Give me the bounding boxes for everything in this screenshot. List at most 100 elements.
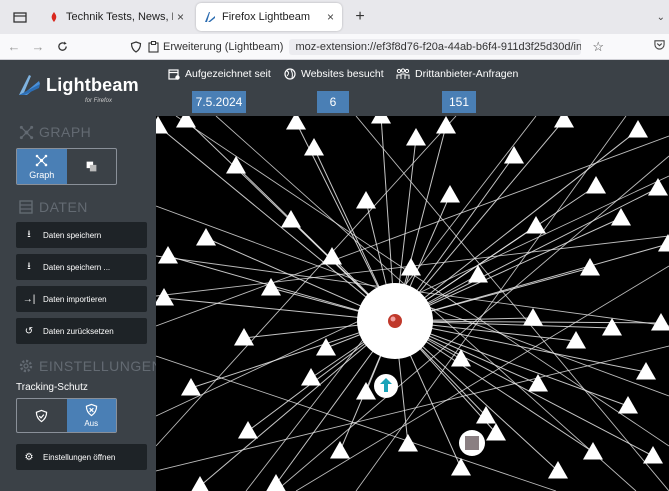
tab-title: Technik Tests, News, Dea [66,11,173,23]
tab-bar: Technik Tests, News, Dea × Firefox Light… [0,0,669,34]
third-party-node[interactable] [451,458,471,476]
third-party-node[interactable] [238,421,258,439]
third-party-node[interactable] [504,146,524,164]
third-party-node[interactable] [301,368,321,386]
reset-data-button[interactable]: ↺ Daten zurücksetzen [16,318,147,344]
shield-check-icon [36,409,48,422]
close-tab-icon[interactable]: × [327,10,334,24]
third-party-requests-value: 151 [442,91,476,113]
site-favicon-highlight [390,316,396,322]
tab-overview-icon[interactable] [0,0,40,34]
reload-icon[interactable] [52,37,72,57]
tracking-off-label: Aus [84,419,99,428]
sidebar: Lightbeam for Firefox GRAPH Graph DATEN [0,60,162,491]
calendar-icon [168,68,180,80]
third-party-node[interactable] [266,474,286,491]
tab-list-chevron-icon[interactable]: ⌄ [657,12,665,23]
graph-edge [295,265,669,491]
tracker-graph[interactable] [156,116,669,491]
third-party-node[interactable] [643,446,663,464]
nav-bar: ← → Erweiterung (Lightbeam) moz-extensio… [0,34,669,60]
third-party-node[interactable] [304,138,324,156]
third-party-node[interactable] [548,461,568,479]
third-party-node[interactable] [468,265,488,283]
section-settings-heading: EINSTELLUNGEN [18,358,162,374]
save-data-label: Daten speichern [43,230,102,240]
graph-canvas[interactable] [156,116,669,491]
third-party-node[interactable] [406,128,426,146]
tab-title: Firefox Lightbeam [222,11,311,23]
third-party-node[interactable] [526,216,546,234]
site-favicon-icon [48,11,60,23]
third-party-node[interactable] [356,191,376,209]
third-party-node[interactable] [156,288,174,306]
third-party-requests-label: Drittanbieter-Anfragen [415,68,519,80]
section-graph-heading: GRAPH [18,124,91,140]
third-party-node[interactable] [190,476,210,491]
open-settings-button[interactable]: ⚙ Einstellungen öffnen [16,444,147,470]
third-party-node[interactable] [226,156,246,174]
third-party-node[interactable] [583,442,603,460]
reset-icon: ↺ [24,325,34,337]
third-party-node[interactable] [586,176,606,194]
third-party-node[interactable] [371,116,391,124]
third-party-node[interactable] [523,308,543,326]
third-party-node[interactable] [651,313,669,331]
recorded-since-value: 7.5.2024 [192,91,246,113]
lightbeam-app: Lightbeam for Firefox GRAPH Graph DATEN [0,60,669,491]
third-party-node[interactable] [440,185,460,203]
people-icon [396,68,410,80]
third-party-node[interactable] [286,116,306,130]
third-party-node[interactable] [628,120,648,138]
close-tab-icon[interactable]: × [177,10,184,24]
tracking-protection-icon[interactable] [130,41,142,53]
third-party-node[interactable] [181,378,201,396]
data-section-icon [18,199,34,215]
url-bar[interactable]: Erweiterung (Lightbeam) moz-extension://… [130,37,610,57]
save-data-button[interactable]: ⭳ Daten speichern [16,222,147,248]
import-data-button[interactable]: →| Daten importieren [16,286,147,312]
third-party-node[interactable] [648,178,668,196]
back-icon[interactable]: ← [4,37,24,57]
tracking-on-button[interactable] [17,399,67,432]
list-icon [86,161,97,172]
globe-icon [284,68,296,80]
third-party-node[interactable] [316,338,336,356]
tracking-off-button[interactable]: Aus [66,399,116,432]
third-party-node[interactable] [554,116,574,128]
third-party-node[interactable] [156,116,168,134]
section-data-label: DATEN [39,199,88,215]
graph-view-label: Graph [29,169,55,180]
extension-icon[interactable] [148,41,159,53]
third-party-node[interactable] [580,258,600,276]
download-settings-icon: ⭳ [27,260,31,272]
tracking-protection-toggle: Aus [16,398,117,433]
pocket-icon[interactable] [654,39,665,53]
tab-lightbeam[interactable]: Firefox Lightbeam × [196,3,342,31]
third-party-node[interactable] [436,116,456,134]
save-data-as-button[interactable]: ⭳ Daten speichern ... [16,254,147,280]
lightbeam-favicon-icon [204,11,216,23]
site-favicon-icon [388,314,402,328]
third-party-node[interactable] [602,318,622,336]
open-settings-label: Einstellungen öffnen [43,452,116,462]
third-party-node[interactable] [330,441,350,459]
tab-technik[interactable]: Technik Tests, News, Dea × [40,3,192,31]
bookmark-star-icon[interactable]: ☆ [592,39,604,55]
graph-view-button[interactable]: Graph [17,149,67,184]
third-party-node[interactable] [322,247,342,265]
third-party-node[interactable] [398,434,418,452]
third-party-node[interactable] [618,396,638,414]
tracking-protection-label: Tracking-Schutz [16,382,88,393]
third-party-node[interactable] [356,382,376,400]
stats-header: Aufgezeichnet seit 7.5.2024 Websites bes… [156,60,669,116]
list-view-button[interactable] [67,149,117,184]
url-text[interactable]: moz-extension://ef3f8d76-f20a-44ab-b6f4-… [289,39,582,55]
lightbeam-logo: Lightbeam [16,72,139,98]
third-party-node[interactable] [196,228,216,246]
new-tab-button[interactable]: + [346,3,374,31]
save-data-as-label: Daten speichern ... [43,262,111,272]
third-party-node[interactable] [158,246,178,264]
graph-edge [175,116,669,447]
forward-icon[interactable]: → [28,37,48,57]
